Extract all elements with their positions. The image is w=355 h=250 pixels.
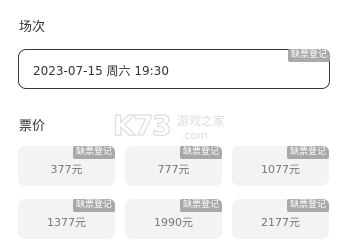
shortage-register-tag: 缺票登记 [179,199,222,212]
price-option-377[interactable]: 377元 缺票登记 [18,146,115,186]
shortage-register-tag: 缺票登记 [179,146,222,159]
price-option-grid: 377元 缺票登记 777元 缺票登记 1077元 缺票登记 1377元 缺票登… [0,0,355,250]
price-label: 377元 [50,163,83,176]
price-option-777[interactable]: 777元 缺票登记 [125,146,222,186]
price-option-1990[interactable]: 1990元 缺票登记 [125,199,222,239]
price-label: 1377元 [47,216,86,229]
shortage-register-tag: 缺票登记 [72,146,115,159]
shortage-register-tag: 缺票登记 [286,146,329,159]
price-option-2177[interactable]: 2177元 缺票登记 [232,199,329,239]
ticket-selection-page: 场次 2023-07-15 周六 19:30 缺票登记 票价 377元 缺票登记… [0,0,355,250]
price-label: 2177元 [261,216,300,229]
price-label: 777元 [157,163,190,176]
shortage-register-tag: 缺票登记 [72,199,115,212]
price-label: 1990元 [154,216,193,229]
price-option-1377[interactable]: 1377元 缺票登记 [18,199,115,239]
shortage-register-tag: 缺票登记 [286,199,329,212]
price-label: 1077元 [261,163,300,176]
price-option-1077[interactable]: 1077元 缺票登记 [232,146,329,186]
